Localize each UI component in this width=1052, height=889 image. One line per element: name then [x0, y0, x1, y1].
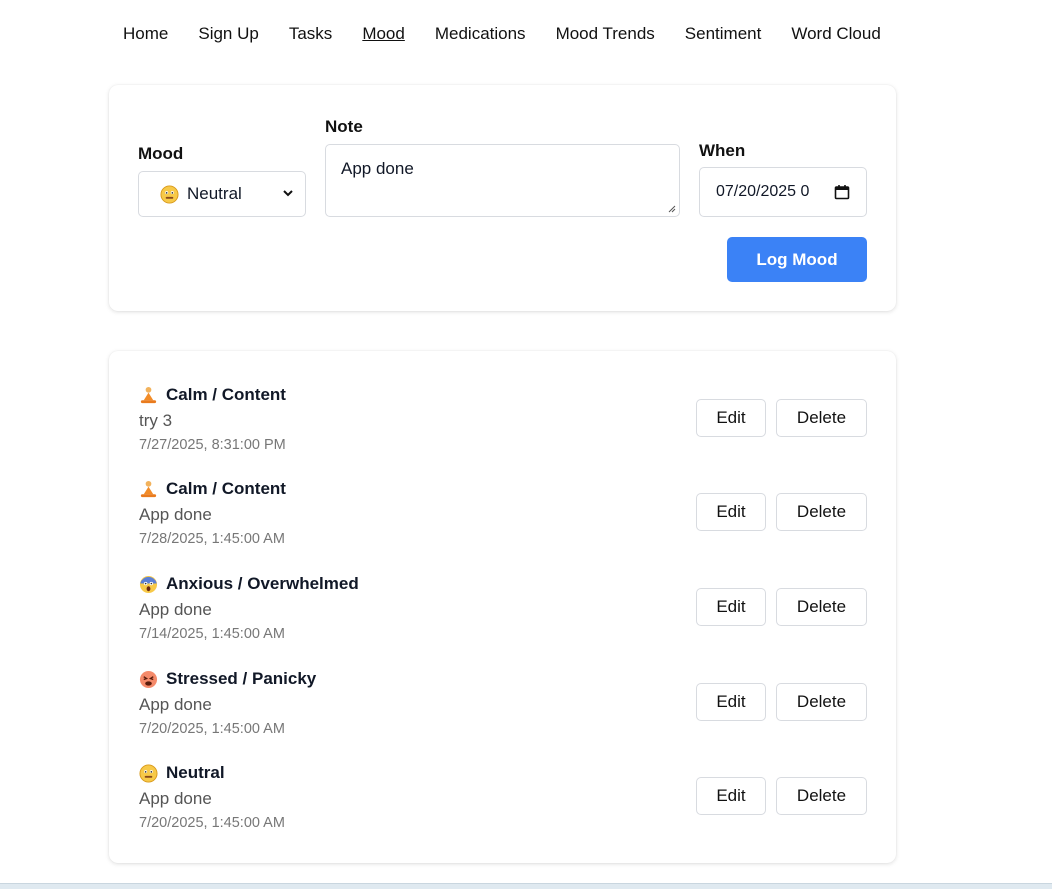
delete-button[interactable]: Delete — [776, 588, 867, 626]
entry-note: App done — [139, 505, 212, 524]
note-label: Note — [325, 117, 363, 136]
main-nav: Home Sign Up Tasks Mood Medications Mood… — [123, 22, 911, 46]
entry-mood: Calm / Content — [166, 385, 286, 404]
entry-time: 7/28/2025, 1:45:00 AM — [139, 531, 285, 547]
entry-mood: Calm / Content — [166, 479, 286, 498]
mood-label: Mood — [138, 144, 184, 163]
nav-mood-trends[interactable]: Mood Trends — [556, 22, 655, 46]
list-item: Calm / Content App done 7/28/2025, 1:45:… — [139, 479, 867, 551]
when-datetime-input[interactable]: 07/20/2025 0 — [699, 167, 867, 217]
nav-home[interactable]: Home — [123, 22, 168, 46]
entry-note: App done — [139, 789, 212, 808]
nav-sign-up[interactable]: Sign Up — [198, 22, 258, 46]
entry-time: 7/27/2025, 8:31:00 PM — [139, 437, 286, 453]
entry-title: Stressed / Panicky — [139, 669, 316, 689]
mood-form-card: Mood Neutral Note App done When 07/20/20… — [109, 85, 896, 311]
entry-time: 7/20/2025, 1:45:00 AM — [139, 815, 285, 831]
delete-button[interactable]: Delete — [776, 399, 867, 437]
entry-title: Neutral — [139, 763, 225, 783]
entry-title: Calm / Content — [139, 479, 286, 499]
entry-mood: Anxious / Overwhelmed — [166, 574, 359, 593]
edit-button[interactable]: Edit — [696, 777, 766, 815]
entry-title: Anxious / Overwhelmed — [139, 574, 359, 594]
entry-note: App done — [139, 695, 212, 714]
edit-button[interactable]: Edit — [696, 683, 766, 721]
entry-note: App done — [139, 600, 212, 619]
nav-word-cloud[interactable]: Word Cloud — [791, 22, 880, 46]
scream-face-icon — [139, 575, 158, 593]
when-label: When — [699, 141, 746, 160]
entry-time: 7/20/2025, 1:45:00 AM — [139, 721, 285, 737]
mood-select[interactable]: Neutral — [138, 171, 306, 217]
list-item: Calm / Content try 3 7/27/2025, 8:31:00 … — [139, 385, 867, 457]
edit-button[interactable]: Edit — [696, 399, 766, 437]
window-bottom-edge — [0, 883, 1052, 889]
nav-medications[interactable]: Medications — [435, 22, 526, 46]
meditation-icon — [140, 386, 157, 403]
mood-select-value: Neutral — [187, 184, 242, 203]
chevron-down-icon — [283, 190, 293, 197]
entry-mood: Neutral — [166, 763, 225, 782]
meditation-icon — [140, 480, 157, 497]
delete-button[interactable]: Delete — [776, 683, 867, 721]
neutral-face-icon — [160, 184, 179, 204]
list-item: Anxious / Overwhelmed App done 7/14/2025… — [139, 574, 867, 646]
when-value: 07/20/2025 0 — [716, 183, 810, 200]
tired-face-icon — [139, 670, 158, 688]
edit-button[interactable]: Edit — [696, 588, 766, 626]
nav-tasks[interactable]: Tasks — [289, 22, 332, 46]
entry-time: 7/14/2025, 1:45:00 AM — [139, 626, 285, 642]
delete-button[interactable]: Delete — [776, 493, 867, 531]
list-item: Neutral App done 7/20/2025, 1:45:00 AM E… — [139, 763, 867, 835]
nav-sentiment[interactable]: Sentiment — [685, 22, 762, 46]
nav-mood[interactable]: Mood — [362, 22, 405, 46]
note-textarea[interactable]: App done — [325, 144, 680, 217]
edit-button[interactable]: Edit — [696, 493, 766, 531]
calendar-icon[interactable] — [834, 184, 850, 200]
entry-mood: Stressed / Panicky — [166, 669, 317, 688]
entry-note: try 3 — [139, 411, 173, 430]
log-mood-button[interactable]: Log Mood — [727, 237, 867, 282]
mood-list-card: Calm / Content try 3 7/27/2025, 8:31:00 … — [109, 351, 896, 863]
list-item: Stressed / Panicky App done 7/20/2025, 1… — [139, 669, 867, 741]
entry-title: Calm / Content — [139, 385, 286, 405]
note-value: App done — [341, 159, 414, 178]
neutral-face-icon — [139, 763, 158, 783]
delete-button[interactable]: Delete — [776, 777, 867, 815]
resize-handle-icon[interactable] — [668, 205, 676, 213]
